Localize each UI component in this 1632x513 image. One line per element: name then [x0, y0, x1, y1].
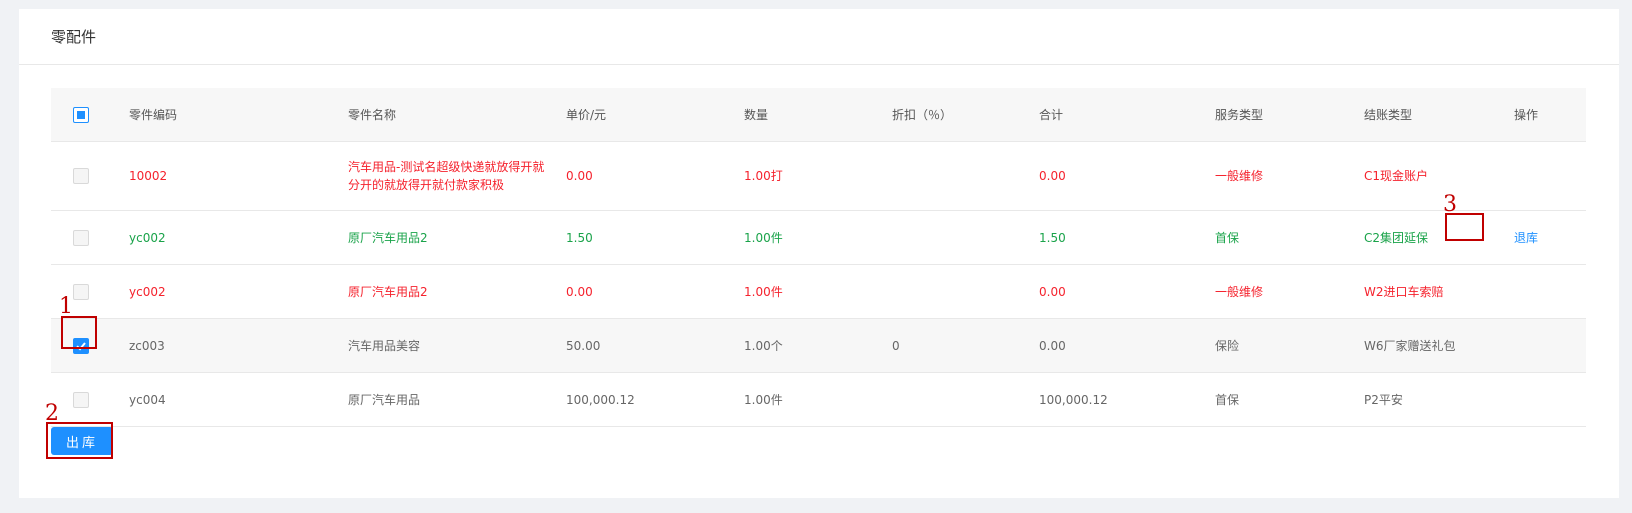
cell-name: 原厂汽车用品 [348, 392, 421, 407]
header-total: 合计 [1039, 107, 1064, 122]
cell-total: 0.00 [1039, 284, 1066, 299]
cell-total: 0.00 [1039, 338, 1066, 353]
cell-service: 首保 [1215, 392, 1240, 407]
cell-account: C2集团延保 [1364, 230, 1429, 245]
row-checkbox-cell [51, 211, 111, 264]
cell-account: W2进口车索赔 [1364, 284, 1444, 299]
cell-qty: 1.00件 [744, 392, 783, 407]
row-checkbox[interactable] [73, 229, 89, 246]
cell-qty: 1.00打 [744, 169, 783, 183]
card-title: 零配件 [51, 28, 97, 46]
table-row[interactable]: yc004 原厂汽车用品 100,000.12 1.00件 100,000.12… [51, 373, 1586, 427]
cell-account: P2平安 [1364, 392, 1403, 407]
cell-qty: 1.00件 [744, 230, 783, 245]
header-name: 零件名称 [348, 107, 397, 122]
row-checkbox[interactable] [73, 168, 89, 184]
table-row[interactable]: 10002 汽车用品-测试名超级快递就放得开就分开的就放得开就付款家积极 0.0… [51, 142, 1586, 211]
row-checkbox[interactable] [73, 391, 89, 408]
header-account: 结账类型 [1364, 107, 1413, 122]
cell-service: 一般维修 [1215, 284, 1264, 299]
cell-qty: 1.00个 [744, 338, 783, 353]
cell-price: 100,000.12 [566, 392, 635, 407]
cell-name: 原厂汽车用品2 [348, 284, 428, 299]
row-checkbox-cell [51, 142, 111, 210]
cell-price: 0.00 [566, 284, 593, 299]
cell-op: 退库 [1514, 211, 1538, 264]
cell-code: zc003 [129, 338, 165, 353]
cell-total: 100,000.12 [1039, 392, 1108, 407]
card-header: 零配件 [19, 9, 1619, 65]
cell-code: yc004 [129, 392, 166, 407]
cell-discount: 0 [892, 338, 900, 353]
table-row[interactable]: yc002 原厂汽车用品2 0.00 1.00件 0.00 一般维修 W2进口车… [51, 265, 1586, 319]
header-checkbox-cell [51, 88, 111, 141]
table-header: 零件编码 零件名称 单价/元 数量 折扣（％） 合计 服务类型 结账类型 操作 [51, 88, 1586, 142]
cell-total: 1.50 [1039, 230, 1066, 245]
cell-total: 0.00 [1039, 169, 1066, 183]
cell-account: C1现金账户 [1364, 169, 1429, 183]
cell-code: yc002 [129, 284, 166, 299]
return-stock-link[interactable]: 退库 [1514, 229, 1538, 247]
cell-name: 汽车用品美容 [348, 338, 421, 353]
cell-service: 一般维修 [1215, 169, 1264, 183]
header-qty: 数量 [744, 107, 769, 122]
annotation-box-3 [1445, 213, 1484, 241]
annotation-box-2 [46, 422, 113, 459]
row-checkbox-cell [51, 373, 111, 426]
header-discount: 折扣（％） [892, 107, 953, 122]
annotation-number-1: 1 [59, 294, 73, 319]
table-row[interactable]: zc003 汽车用品美容 50.00 1.00个 0 0.00 保险 W6厂家赠… [51, 319, 1586, 373]
cell-price: 50.00 [566, 338, 601, 353]
cell-name: 汽车用品-测试名超级快递就放得开就分开的就放得开就付款家积极 [348, 160, 545, 192]
header-code: 零件编码 [129, 107, 178, 122]
cell-price: 1.50 [566, 230, 593, 245]
table-row[interactable]: yc002 原厂汽车用品2 1.50 1.00件 1.50 首保 C2集团延保 … [51, 211, 1586, 265]
cell-account: W6厂家赠送礼包 [1364, 338, 1456, 353]
header-service: 服务类型 [1215, 107, 1264, 122]
row-checkbox[interactable] [73, 283, 89, 300]
header-op: 操作 [1514, 107, 1539, 122]
select-all-checkbox[interactable] [73, 106, 89, 123]
parts-table: 零件编码 零件名称 单价/元 数量 折扣（％） 合计 服务类型 结账类型 操作 … [51, 88, 1586, 427]
cell-service: 首保 [1215, 230, 1240, 245]
cell-name: 原厂汽车用品2 [348, 230, 428, 245]
cell-code: 10002 [129, 169, 168, 183]
header-price: 单价/元 [566, 107, 607, 122]
cell-code: yc002 [129, 230, 166, 245]
cell-qty: 1.00件 [744, 284, 783, 299]
annotation-box-1 [61, 316, 97, 349]
cell-service: 保险 [1215, 338, 1240, 353]
cell-price: 0.00 [566, 169, 593, 183]
